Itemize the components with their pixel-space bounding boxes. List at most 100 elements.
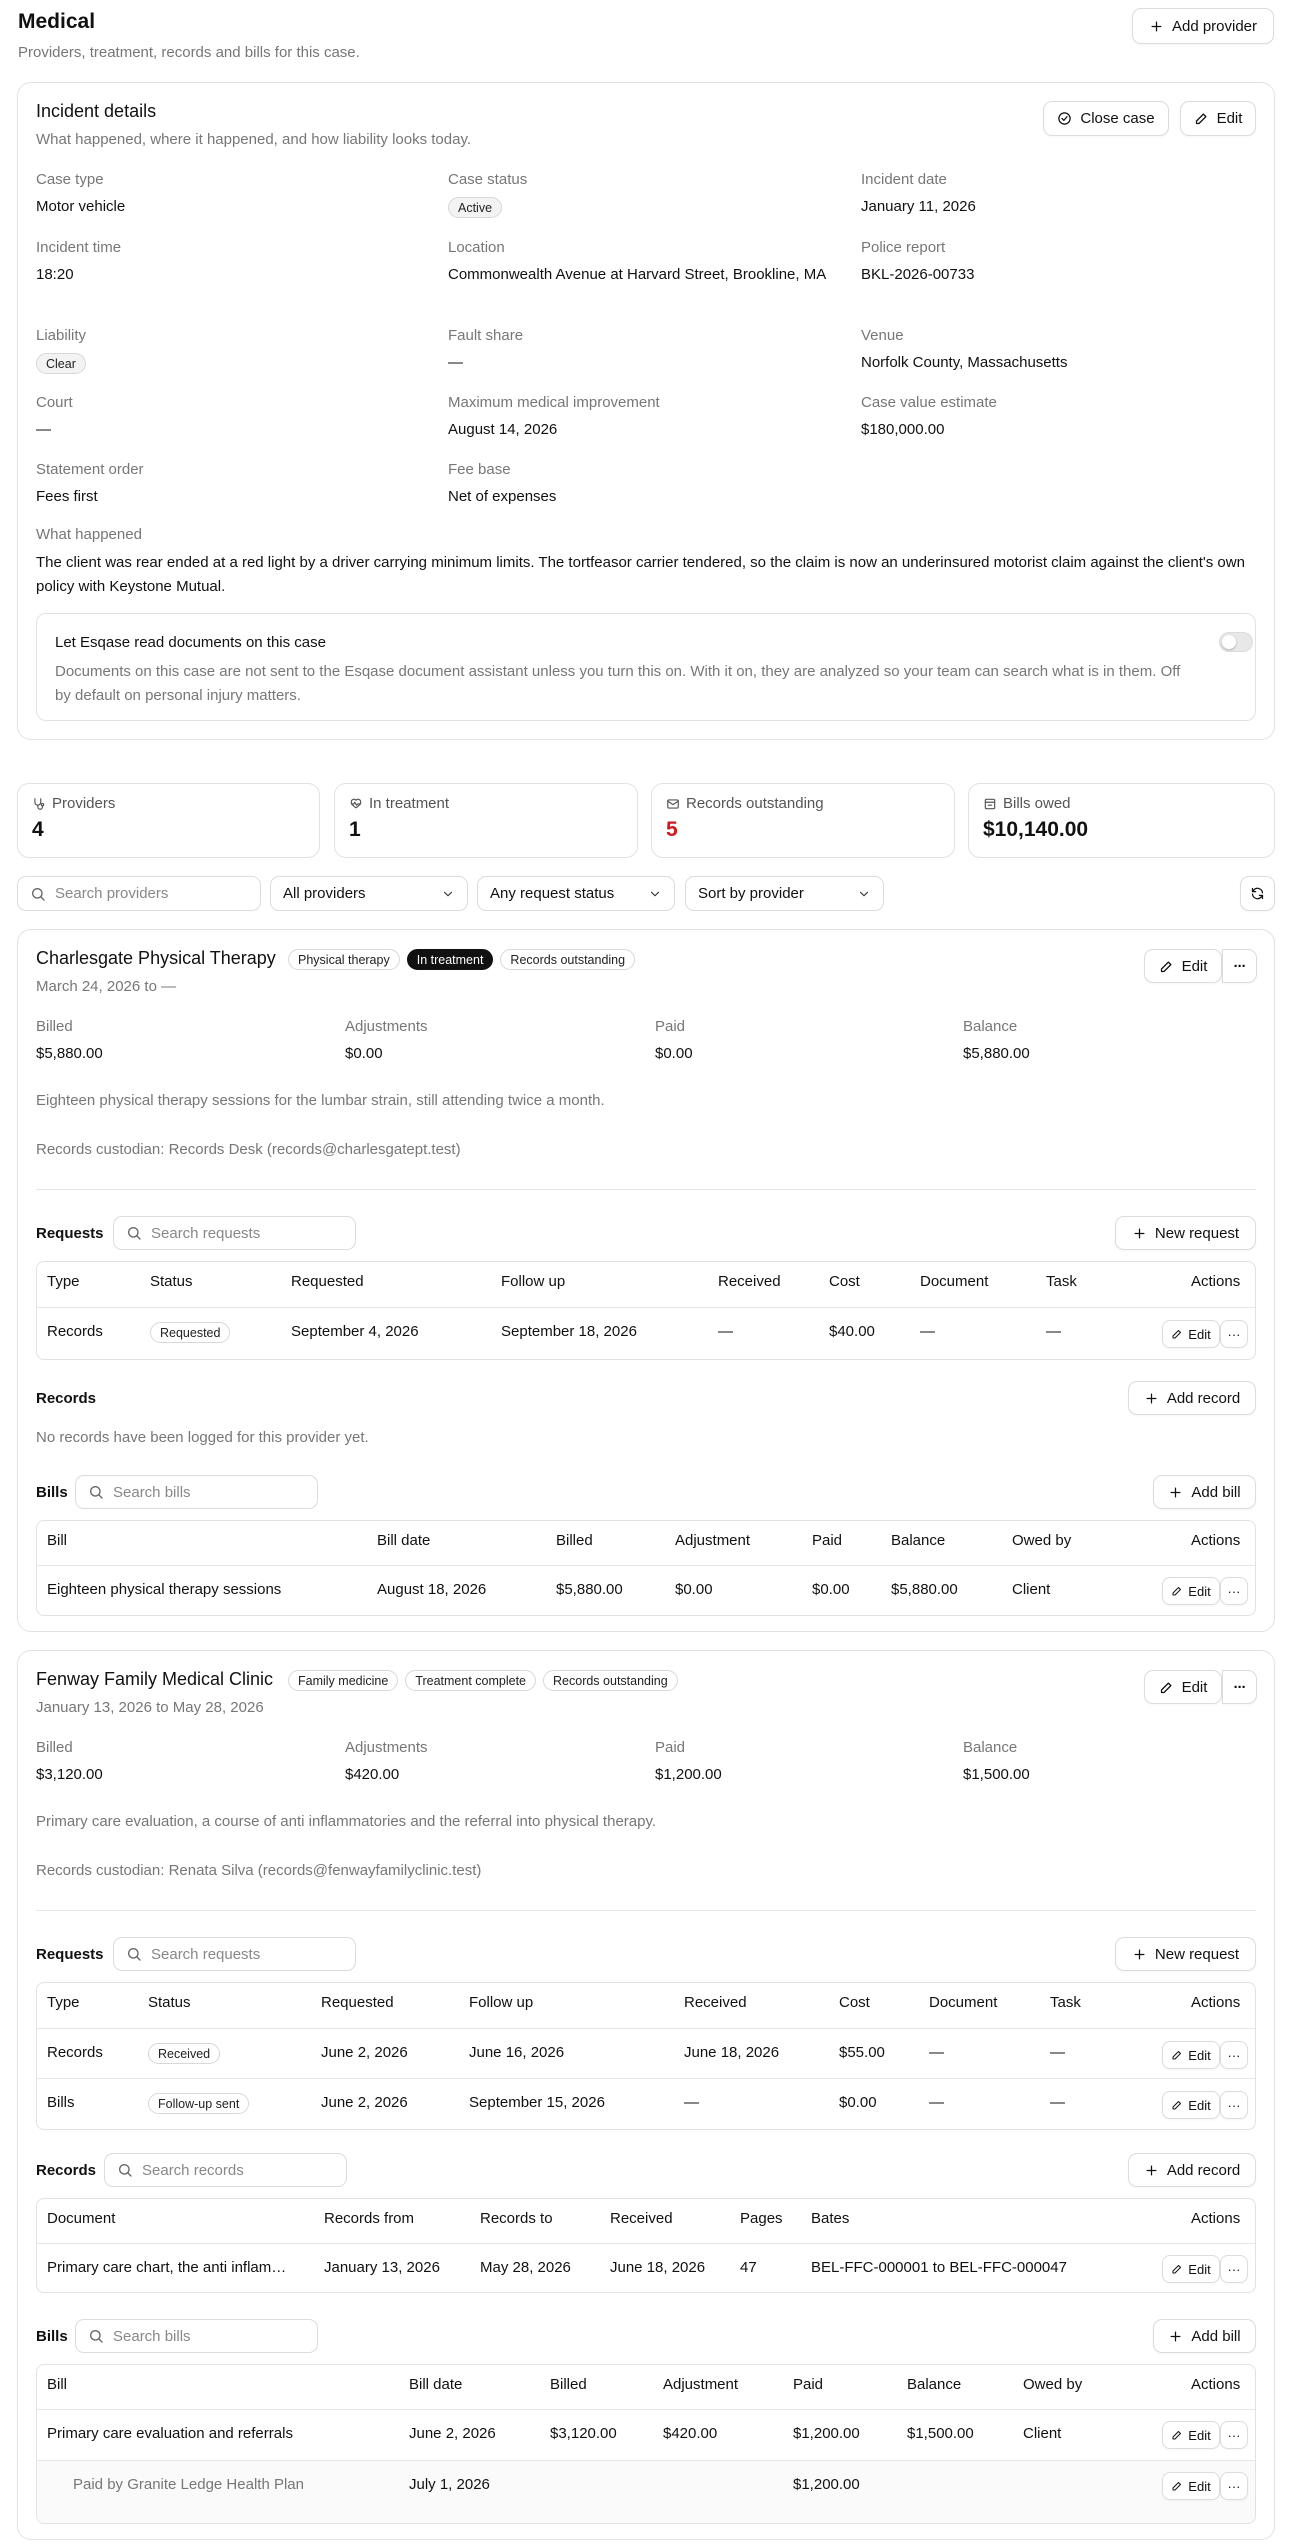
- record-pages: 47: [740, 2259, 757, 2276]
- search-requests-input[interactable]: Search requests: [113, 1216, 356, 1250]
- row-edit-button[interactable]: Edit: [1162, 2091, 1220, 2119]
- row-more-button[interactable]: ···: [1220, 2091, 1248, 2119]
- row-more-button[interactable]: ···: [1220, 1320, 1248, 1348]
- provider-dates: January 13, 2026 to May 28, 2026: [36, 1699, 264, 1716]
- billed-label: Billed: [36, 1739, 73, 1756]
- row-more-button[interactable]: ···: [1220, 2255, 1248, 2283]
- field-label: Fault share: [448, 327, 524, 344]
- bill-paid: $1,200.00: [793, 2425, 860, 2442]
- row-edit-button[interactable]: Edit: [1162, 2421, 1220, 2449]
- incident-edit-button[interactable]: Edit: [1180, 101, 1256, 136]
- request-type: Records: [47, 1323, 103, 1340]
- divider: [36, 1910, 1256, 1911]
- add-record-button[interactable]: Add record: [1128, 2153, 1256, 2187]
- search-bills-placeholder: Search bills: [113, 2327, 191, 2345]
- pencil-icon: [1172, 1330, 1182, 1339]
- edit-label: Edit: [1188, 2261, 1211, 2277]
- search-records-input[interactable]: Search records: [104, 2153, 347, 2187]
- request-status-wrap: Follow-up sent: [148, 2093, 250, 2114]
- row-more-button[interactable]: ···: [1220, 2472, 1248, 2500]
- close-case-button[interactable]: Close case: [1043, 101, 1169, 136]
- edit-label: Edit: [1188, 1583, 1211, 1599]
- request-requested: June 2, 2026: [321, 2044, 408, 2061]
- refresh-icon: [1251, 887, 1264, 900]
- add-record-button[interactable]: Add record: [1128, 1381, 1256, 1415]
- records-heading: Records: [36, 2162, 97, 2179]
- field-label: Fee base: [448, 461, 511, 478]
- add-bill-button[interactable]: Add bill: [1153, 2319, 1256, 2353]
- new-request-button[interactable]: New request: [1115, 1937, 1256, 1971]
- row-more-button[interactable]: ···: [1220, 2421, 1248, 2449]
- stat-value: 4: [32, 818, 44, 841]
- pencil-icon: [1172, 2431, 1182, 2440]
- row-more-button[interactable]: ···: [1220, 1577, 1248, 1605]
- row-edit-button[interactable]: Edit: [1162, 1577, 1220, 1605]
- column-header: Bill: [47, 2376, 68, 2393]
- search-requests-input[interactable]: Search requests: [113, 1937, 356, 1971]
- field-label: Statement order: [36, 461, 144, 478]
- add-provider-button[interactable]: Add provider: [1132, 8, 1274, 44]
- bills-heading: Bills: [36, 2328, 68, 2345]
- column-header: Owed by: [1012, 1532, 1072, 1549]
- row-edit-button[interactable]: Edit: [1162, 2041, 1220, 2069]
- provider-dates: March 24, 2026 to —: [36, 978, 177, 995]
- column-header: Actions: [1191, 1994, 1241, 2011]
- search-bills-input[interactable]: Search bills: [75, 2319, 318, 2353]
- sort-select[interactable]: Sort by provider: [685, 876, 884, 911]
- pencil-icon: [1195, 113, 1207, 125]
- edit-label: Edit: [1188, 1326, 1211, 1342]
- adjustments-value: $420.00: [345, 1766, 400, 1783]
- request-status-badge: Follow-up sent: [148, 2093, 250, 2114]
- bill-balance: $5,880.00: [891, 1581, 958, 1598]
- mail-icon: [667, 798, 679, 809]
- venue-value: Norfolk County, Massachusetts: [861, 354, 1068, 371]
- row-edit-button[interactable]: Edit: [1162, 2255, 1220, 2283]
- add-bill-label: Add bill: [1191, 1483, 1241, 1501]
- row-more-button[interactable]: ···: [1220, 2041, 1248, 2069]
- refresh-button[interactable]: [1240, 876, 1275, 911]
- liability-badge: Clear: [36, 353, 86, 374]
- bill-owed-by: Client: [1012, 1581, 1051, 1598]
- record-from: January 13, 2026: [324, 2259, 440, 2276]
- column-header: Document: [47, 2210, 116, 2227]
- row-edit-button[interactable]: Edit: [1162, 1320, 1220, 1348]
- provider-filter-select[interactable]: All providers: [270, 876, 468, 911]
- add-bill-button[interactable]: Add bill: [1153, 1475, 1256, 1509]
- search-bills-input[interactable]: Search bills: [75, 1475, 318, 1509]
- pencil-icon: [1172, 2482, 1182, 2491]
- bill-date: August 18, 2026: [377, 1581, 487, 1598]
- provider-more-button[interactable]: ···: [1222, 949, 1257, 983]
- court-value: —: [36, 421, 51, 438]
- ai-toggle-title: Let Esqase read documents on this case: [55, 634, 326, 651]
- column-header: Paid: [812, 1532, 843, 1549]
- edit-label: Edit: [1188, 2047, 1211, 2063]
- column-header: Received: [718, 1273, 781, 1290]
- provider-badges: Physical therapy In treatment Records ou…: [288, 949, 636, 970]
- field-label: Case type: [36, 171, 104, 188]
- plus-icon: [1146, 2165, 1157, 2175]
- request-follow-up: September 18, 2026: [501, 1323, 637, 1340]
- payment-label: Paid by Granite Ledge Health Plan: [73, 2476, 304, 2493]
- records-empty-message: No records have been logged for this pro…: [36, 1429, 369, 1446]
- row-edit-button[interactable]: Edit: [1162, 2472, 1220, 2500]
- edit-label: Edit: [1181, 957, 1208, 975]
- liability-badge-wrap: Clear: [36, 353, 86, 374]
- add-record-label: Add record: [1166, 2161, 1241, 2179]
- new-request-button[interactable]: New request: [1115, 1216, 1256, 1250]
- request-status-badge: Received: [148, 2043, 221, 2064]
- provider-edit-button[interactable]: Edit: [1144, 1670, 1222, 1704]
- request-status-select[interactable]: Any request status: [477, 876, 675, 911]
- search-providers-placeholder: Search providers: [55, 885, 169, 902]
- provider-more-button[interactable]: ···: [1222, 1670, 1257, 1704]
- stat-value: 5: [666, 818, 678, 841]
- column-header: Owed by: [1023, 2376, 1083, 2393]
- more-icon: ···: [1227, 2427, 1241, 2443]
- ai-toggle-switch[interactable]: [1219, 632, 1253, 652]
- more-icon: ···: [1227, 2097, 1241, 2113]
- new-request-label: New request: [1154, 1224, 1240, 1242]
- more-icon: ···: [1233, 957, 1247, 975]
- requests-table: Type Status Requested Follow up Received…: [36, 1261, 1256, 1360]
- bill-name: Primary care evaluation and referrals: [47, 2425, 293, 2442]
- provider-edit-button[interactable]: Edit: [1144, 949, 1222, 983]
- search-providers-input[interactable]: Search providers: [17, 876, 261, 911]
